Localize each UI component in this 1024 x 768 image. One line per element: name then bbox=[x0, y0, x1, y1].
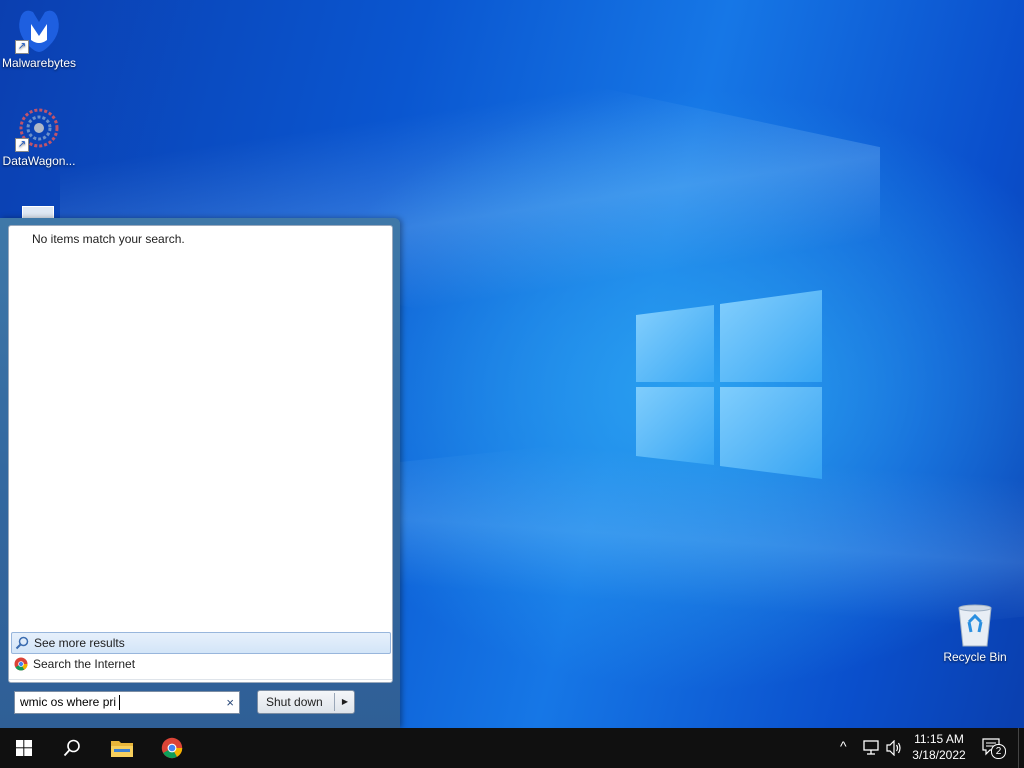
search-icon bbox=[63, 739, 80, 757]
shutdown-button[interactable]: Shut down bbox=[266, 695, 323, 709]
chrome-icon bbox=[14, 657, 28, 671]
search-icon bbox=[15, 636, 29, 650]
desktop-icon-label: Recycle Bin bbox=[943, 650, 1007, 664]
taskbar-chrome[interactable] bbox=[148, 728, 196, 768]
system-clock[interactable]: 11:15 AM 3/18/2022 bbox=[905, 731, 973, 763]
see-more-results-label: See more results bbox=[34, 636, 125, 650]
notification-count-badge: 2 bbox=[991, 744, 1006, 759]
volume-icon[interactable] bbox=[885, 740, 903, 756]
windows-logo-wallpaper bbox=[636, 290, 822, 479]
clock-time: 11:15 AM bbox=[914, 732, 964, 746]
file-explorer-icon bbox=[111, 741, 133, 757]
start-button[interactable] bbox=[0, 728, 48, 768]
shortcut-arrow-icon: ↗ bbox=[15, 40, 29, 54]
show-desktop-button[interactable] bbox=[1018, 728, 1024, 768]
desktop-icon-label: DataWagon... bbox=[2, 154, 76, 168]
start-menu: No items match your search. See more res… bbox=[0, 218, 400, 728]
search-internet-link[interactable]: Search the Internet bbox=[11, 654, 389, 674]
show-hidden-icons-chevron-icon[interactable]: ^ bbox=[840, 738, 847, 754]
see-more-results-link[interactable]: See more results bbox=[11, 632, 391, 654]
start-icon bbox=[16, 740, 32, 756]
chrome-icon bbox=[161, 737, 183, 759]
desktop: ↗ Malwarebytes ↗ DataWagon... Recycle Bi… bbox=[0, 0, 1024, 728]
action-center-button[interactable]: 2 bbox=[982, 738, 1006, 759]
desktop-icon-malwarebytes[interactable]: ↗ Malwarebytes bbox=[1, 6, 77, 70]
search-internet-label: Search the Internet bbox=[33, 657, 136, 671]
clock-date: 3/18/2022 bbox=[912, 748, 966, 762]
divider bbox=[9, 679, 392, 680]
desktop-icon-recycle-bin[interactable]: Recycle Bin bbox=[937, 600, 1013, 664]
taskbar-file-explorer[interactable] bbox=[98, 728, 146, 768]
desktop-icon-label: Malwarebytes bbox=[1, 56, 77, 70]
shortcut-arrow-icon: ↗ bbox=[15, 138, 29, 152]
clear-search-icon[interactable]: × bbox=[226, 695, 234, 710]
search-results-pane: No items match your search. See more res… bbox=[8, 225, 393, 683]
no-results-message: No items match your search. bbox=[32, 232, 185, 246]
start-search-box[interactable]: × bbox=[14, 691, 240, 714]
taskbar: ^ 11:15 AM 3/18/2022 2 bbox=[0, 728, 1024, 768]
text-caret bbox=[119, 695, 120, 710]
taskbar-search-button[interactable] bbox=[48, 728, 96, 768]
shutdown-options-arrow-icon[interactable]: ▶ bbox=[335, 691, 355, 713]
recycle-bin-icon bbox=[958, 604, 992, 647]
network-icon[interactable] bbox=[862, 740, 880, 756]
shutdown-button-group: Shut down ▶ bbox=[257, 690, 355, 714]
desktop-icon-datawagon[interactable]: ↗ DataWagon... bbox=[1, 104, 77, 168]
search-input[interactable] bbox=[20, 695, 210, 709]
